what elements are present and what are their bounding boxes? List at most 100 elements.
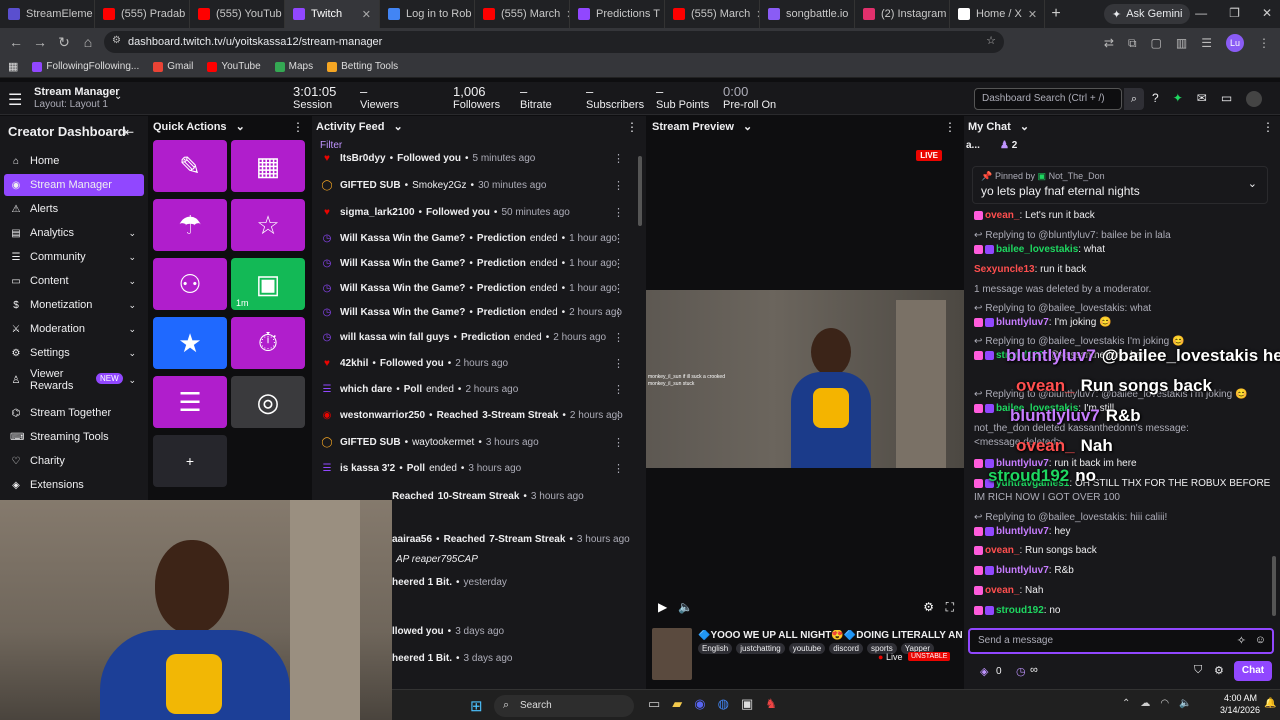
chat-message[interactable]: ↩ Replying to @bailee_lovestakis: what [974,303,1151,314]
chat-message[interactable]: ovean_: Run songs back [974,545,1097,556]
stream-video[interactable]: monkey_il_sun if ill suck a crooked monk… [646,290,964,468]
mod-shield-icon[interactable]: ⛉ [1194,664,1202,677]
pinned-message[interactable]: 📌 Pinned by ▣ Not_The_Don yo lets play f… [972,166,1268,204]
sidebar-item-monetization[interactable]: $ Monetization ⌄ [4,294,144,316]
more-options-icon[interactable]: ⋮ [613,306,624,319]
activity-item[interactable]: ◷ Will Kassa Win the Game? • Prediction ende… [320,277,632,299]
quick-action-button[interactable]: ★ [153,317,227,369]
wifi-icon[interactable]: ◠ [1160,698,1169,709]
whispers-icon[interactable]: ▭ [1221,91,1232,107]
url-field[interactable]: ⚙ dashboard.twitch.tv/u/yoitskassa12/str… [104,31,1004,53]
minimize-icon[interactable]: — [1195,6,1207,20]
close-tab-icon[interactable]: ✕ [1028,8,1037,21]
emoji-icon[interactable]: ☺ [1255,634,1266,646]
volume-icon[interactable]: 🔈 [1179,698,1191,709]
more-options-icon[interactable]: ⋮ [613,436,624,449]
search-icon[interactable]: ⌕ [1124,88,1144,110]
more-options-icon[interactable]: ⋮ [613,357,624,370]
back-icon[interactable]: ← [4,34,28,50]
new-tab-icon[interactable]: + [1045,5,1067,23]
chat-username[interactable]: bluntlyluv7 [996,565,1049,576]
browser-tab[interactable]: Home / X ✕ [950,0,1045,28]
chat-message[interactable]: bailee_lovestakis: what [974,244,1105,255]
activity-item[interactable]: ♥ sigma_lark2100 • Followed you • 50 minutes … [320,201,632,223]
panel-menu-icon[interactable]: ⋮ [626,120,638,134]
channel-points-icon[interactable]: ◈ [980,665,988,678]
ai-icon[interactable]: ✦ [1173,91,1183,107]
menu-icon[interactable]: ⋮ [1258,36,1270,50]
sidebar-item-streaming-tools[interactable]: ⌨ Streaming Tools [4,426,144,448]
home-icon[interactable]: ⌂ [76,34,100,50]
chat-message[interactable]: IM RICH NOW I GOT OVER 100 [974,492,1120,503]
more-options-icon[interactable]: ⋮ [613,462,624,475]
bookmark-item[interactable]: Gmail [153,61,193,72]
bookmark-item[interactable]: Betting Tools [327,61,398,72]
chat-scrollbar[interactable] [1272,556,1276,616]
tray-chevron-icon[interactable]: ⌃ [1122,698,1130,709]
activity-item[interactable]: ☰ is kassa 3'2 • Poll ended • 3 hours ago ⋮ [320,457,632,479]
browser-tab[interactable]: Log in to Rob✕ [380,0,475,28]
store-icon[interactable]: ▣ [741,696,753,712]
taskbar-search[interactable]: ⌕ Search [494,695,634,717]
chat-settings-icon[interactable]: ⚙ [1214,664,1224,677]
activity-item[interactable]: ◷ will kassa win fall guys • Prediction ende… [320,326,632,348]
user-avatar[interactable] [1246,91,1263,107]
activity-item[interactable]: ◷ Will Kassa Win the Game? • Prediction ende… [320,301,632,323]
more-options-icon[interactable]: ⋮ [613,282,624,295]
activity-item[interactable]: ☰ which dare • Poll ended • 2 hours ago ⋮ [320,378,632,400]
chat-message[interactable]: ovean_: Let's run it back [974,210,1095,221]
emote-effect-icon[interactable]: ✧ [1237,634,1246,647]
browser-tab[interactable]: (555) Pradab✕ [95,0,190,28]
stream-tag[interactable]: justchatting [736,643,785,654]
chat-message[interactable]: ↩ Replying to @bailee_lovestakis: hiii ca… [974,512,1167,523]
sidebar-item-community[interactable]: ☰ Community ⌄ [4,246,144,268]
apps-icon[interactable]: ▦ [8,60,18,73]
quick-action-button[interactable]: ☆ [231,199,305,251]
activity-item[interactable]: ◉ westonwarrior250 • Reached 3-Stream Streak… [320,404,632,426]
browser-tab[interactable]: StreamEleme✕ [0,0,95,28]
chevron-down-icon[interactable]: ⌄ [1248,177,1257,190]
volume-icon[interactable]: 🔈 [678,600,693,614]
sidebar-item-stream-together[interactable]: ⌬ Stream Together [4,402,144,424]
activity-item[interactable]: ◷ Will Kassa Win the Game? • Prediction ende… [320,252,632,274]
activity-feed-header[interactable]: Activity Feed ⌄ [316,120,403,133]
sidebar-item-extensions[interactable]: ◈ Extensions [4,474,144,496]
activity-scrollbar[interactable] [638,156,642,226]
quick-action-button[interactable]: ◎ [231,376,305,428]
chat-username[interactable]: bailee_lovestakis [996,244,1078,255]
taskbar-date[interactable]: 3/14/2026 [1220,705,1260,715]
bookmark-item[interactable]: FollowingFollowing... [32,61,139,72]
stream-tag[interactable]: discord [829,643,863,654]
stream-tag[interactable]: youtube [788,643,826,654]
task-view-icon[interactable]: ▭ [648,696,660,712]
close-tab-icon[interactable]: ✕ [362,8,371,21]
activity-item[interactable]: ◯ GIFTED SUB • Smokey2Gz • 30 minutes ago ⋮ [320,174,632,196]
dashboard-search-input[interactable]: Dashboard Search (Ctrl + /) [974,88,1122,110]
more-options-icon[interactable]: ⋮ [613,179,624,192]
chat-message[interactable]: bluntlyluv7: R&b [974,565,1074,576]
quick-action-button[interactable]: ⏱ [231,317,305,369]
puzzle-icon[interactable]: ⧉ [1128,36,1137,51]
reload-icon[interactable]: ↻ [52,34,76,51]
stream-preview-header[interactable]: Stream Preview ⌄ [652,120,752,133]
quick-action-button[interactable]: ✎ [153,140,227,192]
chat-message[interactable]: 1 message was deleted by a moderator. [974,284,1151,295]
more-options-icon[interactable]: ⋮ [613,152,624,165]
more-options-icon[interactable]: ⋮ [613,232,624,245]
inbox-icon[interactable]: ✉ [1197,91,1207,107]
sidebar-item-alerts[interactable]: ⚠ Alerts [4,198,144,220]
start-icon[interactable]: ⊞ [470,697,483,715]
tab-search-icon[interactable]: ▢ [1151,36,1162,50]
chat-username[interactable]: bluntlyluv7 [996,317,1049,328]
bookmark-item[interactable]: YouTube [207,61,261,72]
chat-input[interactable]: Send a message ✧ ☺ [968,628,1274,654]
help-icon[interactable]: ? [1152,91,1159,107]
quick-action-button[interactable]: + [153,435,227,487]
panel-menu-icon[interactable]: ⋮ [292,120,304,134]
chat-message[interactable]: bluntlyluv7: hey [974,526,1070,537]
browser-tab[interactable]: Twitch ✕ [285,0,380,28]
chat-username[interactable]: stroud192 [996,605,1044,616]
sidebar-icon[interactable]: ▥ [1176,36,1187,50]
maximize-icon[interactable]: ❐ [1229,6,1240,20]
sidebar-item-settings[interactable]: ⚙ Settings ⌄ [4,342,144,364]
